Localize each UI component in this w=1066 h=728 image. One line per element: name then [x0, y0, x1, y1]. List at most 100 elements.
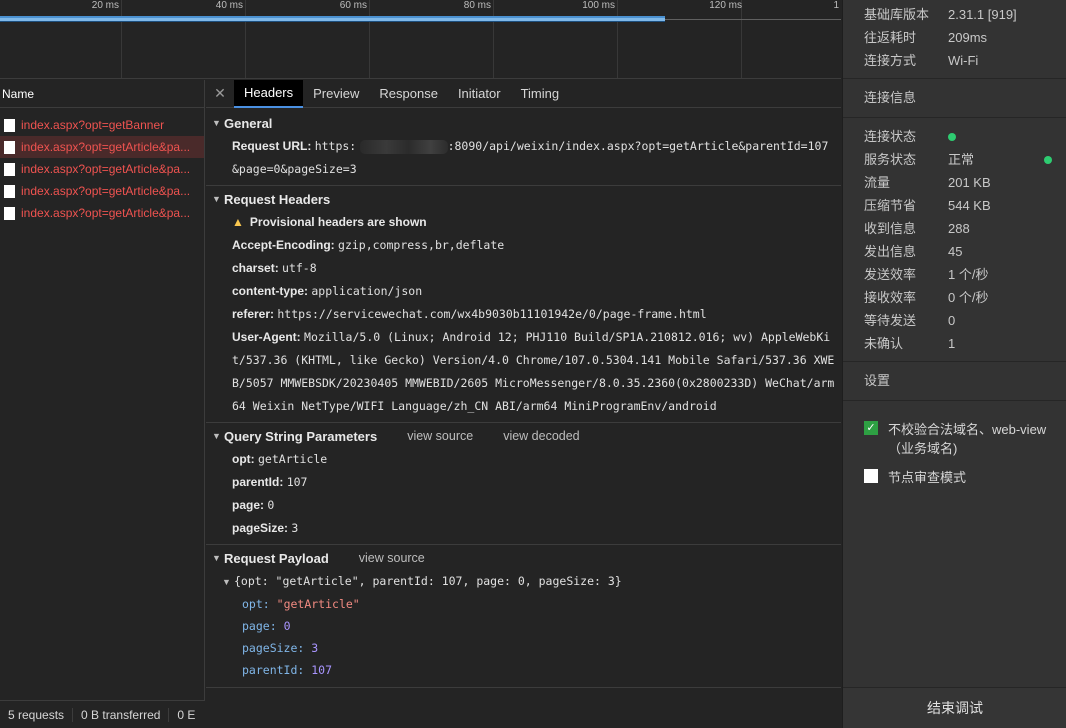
connection-status-dot-icon [948, 133, 956, 141]
grid-line [369, 0, 370, 78]
param-key: pageSize: [232, 521, 289, 535]
section-title: General [224, 116, 273, 131]
general-section-header[interactable]: ▼ General [206, 112, 841, 135]
info-row: 连接状态 [843, 125, 1066, 148]
request-row[interactable]: index.aspx?opt=getBanner [0, 114, 204, 136]
header-key: Request URL: [232, 139, 312, 153]
payload-number-value: 3 [311, 641, 319, 655]
payload-number-value: 0 [283, 619, 291, 633]
tick-label: 40 ms [215, 0, 243, 11]
request-url-row: Request URL: https: :8090/api/weixin/ind… [206, 135, 841, 158]
skip-domain-check-option[interactable]: ✓ 不校验合法域名、web-view（业务域名) [843, 419, 1066, 457]
grid-line [617, 0, 618, 78]
request-url-path: :8090/api/weixin/index.aspx?opt=getArtic… [447, 139, 829, 153]
request-url-query: &page=0&pageSize=3 [232, 162, 357, 176]
file-icon [4, 162, 15, 176]
view-decoded-link[interactable]: view decoded [503, 425, 579, 448]
checkbox-checked-icon[interactable]: ✓ [864, 421, 878, 435]
request-row-selected[interactable]: index.aspx?opt=getArticle&pa... [0, 136, 204, 158]
grid-line [121, 0, 122, 78]
tab-headers[interactable]: Headers [234, 80, 304, 108]
details-tab-bar: ✕ Headers Preview Response Initiator Tim… [206, 80, 841, 108]
collapse-triangle-icon: ▼ [212, 194, 221, 204]
info-key: 未确认 [864, 336, 904, 351]
collapse-triangle-icon: ▼ [212, 553, 221, 563]
request-row[interactable]: index.aspx?opt=getArticle&pa... [0, 180, 204, 202]
file-icon [4, 140, 15, 154]
provisional-warning: Provisional headers are shown [249, 215, 427, 229]
tick-label: 80 ms [463, 0, 491, 11]
request-name: index.aspx?opt=getArticle&pa... [21, 162, 191, 176]
payload-object[interactable]: ▼ {opt: "getArticle", parentId: 107, page… [206, 570, 841, 593]
header-row: referer: https://servicewechat.com/wx4b9… [206, 303, 841, 326]
info-key: 接收效率 [864, 290, 917, 305]
info-row: 连接方式 Wi-Fi [843, 49, 1066, 72]
view-source-link[interactable]: view source [407, 425, 473, 448]
param-value: getArticle [258, 452, 328, 466]
end-debug-button[interactable]: 结束调试 [843, 687, 1066, 728]
request-row[interactable]: index.aspx?opt=getArticle&pa... [0, 158, 204, 180]
query-param-row: page: 0 [206, 494, 841, 517]
request-row[interactable]: index.aspx?opt=getArticle&pa... [0, 202, 204, 224]
param-value: 3 [291, 521, 299, 535]
tab-initiator[interactable]: Initiator [448, 80, 511, 108]
info-key: 连接状态 [864, 129, 917, 144]
payload-string-value: "getArticle" [276, 597, 360, 611]
info-row: 压缩节省 544 KB [843, 194, 1066, 217]
tick-label: 20 ms [91, 0, 119, 11]
transferred-size: 0 B transferred [73, 707, 170, 722]
header-row: content-type: application/json [206, 280, 841, 303]
grid-line [741, 0, 742, 78]
provisional-warning-row: ▲ Provisional headers are shown [206, 211, 841, 234]
redacted-host [359, 139, 448, 154]
tab-response[interactable]: Response [369, 80, 448, 108]
header-row: Accept-Encoding: gzip,compress,br,deflat… [206, 234, 841, 257]
option-label: 节点审查模式 [888, 470, 967, 485]
node-inspect-option[interactable]: 节点审查模式 [843, 467, 1066, 486]
info-row: 发出信息 45 [843, 240, 1066, 263]
request-name: index.aspx?opt=getArticle&pa... [21, 184, 191, 198]
info-key: 压缩节省 [864, 198, 917, 213]
settings-title: 设置 [864, 373, 891, 388]
name-column-header[interactable]: Name [0, 80, 204, 108]
header-value: utf-8 [282, 261, 317, 275]
payload-summary: {opt: "getArticle", parentId: 107, page:… [234, 574, 622, 588]
section-title: Request Payload [224, 551, 329, 566]
request-name: index.aspx?opt=getArticle&pa... [21, 206, 191, 220]
tab-preview[interactable]: Preview [303, 80, 369, 108]
param-key: page: [232, 498, 265, 512]
info-value: 0 个/秒 [948, 290, 989, 305]
info-value: 1 [948, 336, 956, 351]
header-value: application/json [311, 284, 423, 298]
network-status-bar: 5 requests 0 B transferred 0 E [0, 700, 205, 728]
close-icon[interactable]: ✕ [206, 85, 234, 102]
resources-size: 0 E [177, 707, 196, 722]
info-row: 服务状态 正常 [843, 148, 1066, 171]
request-headers-section-header[interactable]: ▼ Request Headers [206, 188, 841, 211]
info-value: 2.31.1 [919] [948, 7, 1017, 22]
payload-field: pageSize: 3 [206, 637, 841, 659]
payload-key: page: [242, 619, 277, 633]
info-row: 基础库版本 2.31.1 [919] [843, 3, 1066, 26]
request-name: index.aspx?opt=getArticle&pa... [21, 140, 191, 154]
expand-triangle-icon[interactable]: ▼ [222, 571, 234, 593]
view-source-link[interactable]: view source [359, 547, 425, 570]
tick-label: 60 ms [339, 0, 367, 11]
query-params-section-header[interactable]: ▼ Query String Parameters view source vi… [206, 425, 841, 448]
request-url-prefix: https: [314, 139, 357, 153]
info-key: 收到信息 [864, 221, 917, 236]
info-row: 发送效率 1 个/秒 [843, 263, 1066, 286]
network-timeline[interactable]: 20 ms 40 ms 60 ms 80 ms 100 ms 120 ms 1 [0, 0, 841, 79]
connection-info-title: 连接信息 [864, 90, 917, 105]
tab-timing[interactable]: Timing [511, 80, 570, 108]
checkbox-unchecked-icon[interactable] [864, 469, 878, 483]
info-key: 基础库版本 [864, 7, 930, 22]
info-value: 209ms [948, 30, 988, 45]
info-row: 等待发送 0 [843, 309, 1066, 332]
info-value: 正常 [948, 148, 1066, 171]
info-row: 流量 201 KB [843, 171, 1066, 194]
request-payload-section-header[interactable]: ▼ Request Payload view source [206, 547, 841, 570]
section-title: Query String Parameters [224, 429, 378, 444]
param-value: 107 [286, 475, 308, 489]
info-value: 45 [948, 244, 963, 259]
